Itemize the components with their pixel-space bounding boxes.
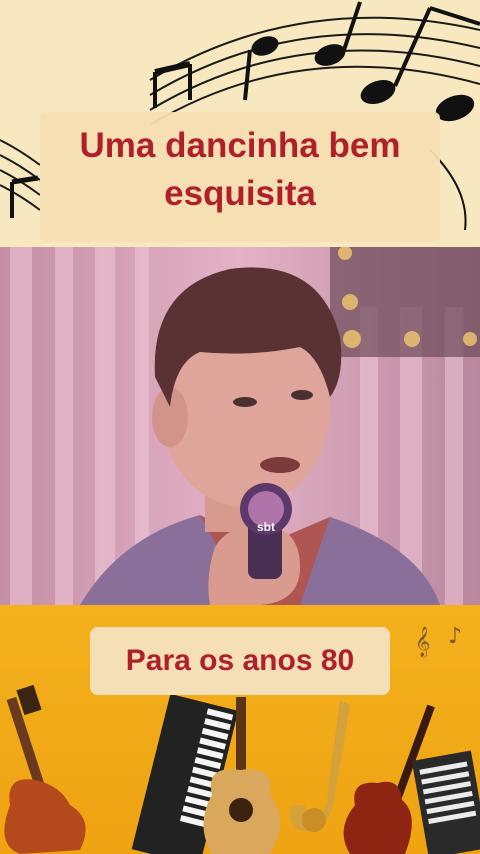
title-line-2: esquisita <box>164 174 316 213</box>
subtitle-text: Para os anos 80 <box>125 644 355 677</box>
svg-text:𝄞: 𝄞 <box>415 626 430 658</box>
saxophone-icon <box>289 700 350 832</box>
svg-text:♪: ♪ <box>448 624 462 649</box>
accordion-icon <box>411 750 480 854</box>
video-still: sbt <box>0 247 480 605</box>
video-frame[interactable]: sbt <box>0 247 480 605</box>
treble-clef-icon: 𝄞 ♪ <box>415 624 462 658</box>
title-line-1: Uma dancinha bem <box>79 126 401 165</box>
mic-logo: sbt <box>257 520 275 534</box>
guitar-icon <box>4 684 86 854</box>
title-text: Uma dancinha bem esquisita <box>40 122 440 218</box>
